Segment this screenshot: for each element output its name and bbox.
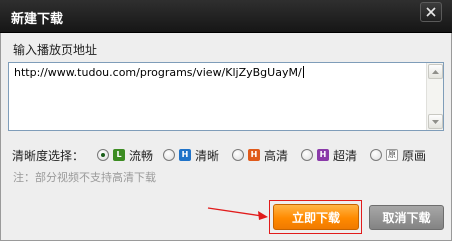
quality-label: 清晰度选择：	[12, 149, 85, 163]
chevron-down-icon	[432, 119, 439, 124]
radio-original[interactable]	[370, 149, 382, 161]
url-input[interactable]: http://www.tudou.com/programs/view/KljZy…	[8, 62, 444, 131]
radio-super[interactable]	[301, 149, 313, 161]
cancel-download-button[interactable]: 取消下载	[369, 205, 444, 230]
radio-hd[interactable]	[232, 149, 244, 161]
quality-h-purple-icon: H	[317, 149, 329, 161]
quality-option-label: 高清	[264, 148, 289, 163]
quality-option-label: 清晰	[195, 148, 220, 163]
start-download-button[interactable]: 立即下载	[273, 204, 359, 230]
quality-h-blue-icon: H	[179, 149, 191, 161]
close-button[interactable]	[420, 2, 442, 22]
quality-l-icon: L	[113, 149, 125, 161]
quality-original-icon: 原	[386, 149, 398, 161]
quality-h-orange-icon: H	[248, 149, 260, 161]
chevron-up-icon	[432, 69, 439, 74]
radio-clear[interactable]	[163, 149, 175, 161]
scroll-up-button[interactable]	[428, 64, 443, 79]
dialog-title: 新建下载	[11, 12, 64, 27]
quality-option-label: 超清	[333, 148, 358, 163]
radio-smooth[interactable]	[97, 149, 109, 161]
text-caret	[302, 66, 304, 78]
hd-support-note: 注：部分视频不支持高清下载	[13, 171, 156, 184]
new-download-dialog: 输入播放页地址 http://www.tudou.com/programs/vi…	[0, 33, 452, 241]
quality-option-hd[interactable]: H 高清	[232, 147, 288, 163]
quality-option-original[interactable]: 原 原画	[370, 147, 426, 163]
quality-option-clear[interactable]: H 清晰	[163, 147, 219, 163]
quality-option-super[interactable]: H 超清	[301, 147, 357, 163]
quality-selector: 清晰度选择： L 流畅 H 清晰 H 高清 H 超清 原 原画	[12, 146, 452, 164]
url-input-text: http://www.tudou.com/programs/view/KljZy…	[14, 66, 304, 79]
pointer-arrow-icon	[207, 207, 268, 220]
scroll-down-button[interactable]	[428, 114, 443, 129]
quality-option-smooth[interactable]: L 流畅	[97, 147, 153, 163]
url-value: http://www.tudou.com/programs/view/KljZy…	[14, 66, 302, 79]
quality-option-label: 流畅	[129, 148, 154, 163]
url-label: 输入播放页地址	[13, 43, 98, 57]
close-icon	[426, 7, 436, 17]
quality-option-label: 原画	[402, 148, 427, 163]
vertical-scrollbar[interactable]	[426, 63, 443, 130]
title-bar: 新建下载	[0, 0, 452, 33]
